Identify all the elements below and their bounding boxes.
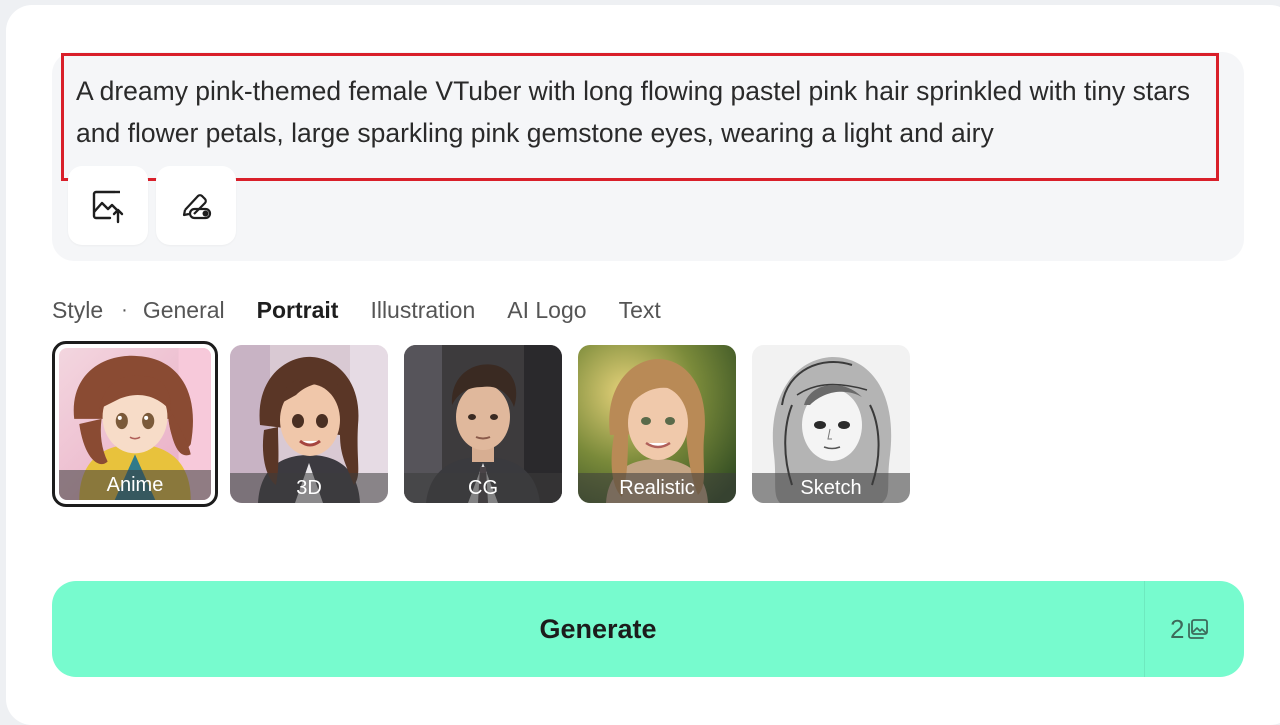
- preset-label: 3D: [230, 473, 388, 503]
- eraser-icon: [182, 193, 212, 219]
- upload-image-button[interactable]: [68, 166, 148, 245]
- style-preset-anime[interactable]: Anime: [52, 341, 218, 507]
- preset-label: Realistic: [578, 473, 736, 503]
- tab-portrait[interactable]: Portrait: [257, 297, 339, 324]
- style-separator: ·: [121, 298, 128, 321]
- generate-label: Generate: [539, 614, 657, 644]
- style-tab-row: Style · General Portrait Illustration AI…: [52, 295, 693, 325]
- image-upload-icon: [92, 190, 124, 223]
- preset-label: Anime: [59, 470, 211, 500]
- credit-count-value: 2: [1170, 613, 1185, 644]
- prompt-textarea[interactable]: A dreamy pink-themed female VTuber with …: [76, 70, 1216, 154]
- tab-ai-logo[interactable]: AI Logo: [507, 297, 586, 324]
- style-preset-realistic[interactable]: Realistic: [578, 345, 736, 503]
- tab-text[interactable]: Text: [619, 297, 661, 324]
- preset-label: CG: [404, 473, 562, 503]
- generate-divider: [1144, 581, 1145, 677]
- preset-label: Sketch: [752, 473, 910, 503]
- eraser-button[interactable]: [156, 166, 236, 245]
- style-preset-sketch[interactable]: Sketch: [752, 345, 910, 503]
- style-preset-cg[interactable]: CG: [404, 345, 562, 503]
- image-stack-icon: [1188, 619, 1209, 639]
- generate-button[interactable]: Generate 2: [52, 581, 1244, 677]
- tab-general[interactable]: General: [143, 297, 225, 324]
- tab-illustration[interactable]: Illustration: [370, 297, 475, 324]
- style-label: Style: [52, 296, 104, 323]
- credit-count: 2: [1170, 581, 1210, 677]
- style-preset-3d[interactable]: 3D: [230, 345, 388, 503]
